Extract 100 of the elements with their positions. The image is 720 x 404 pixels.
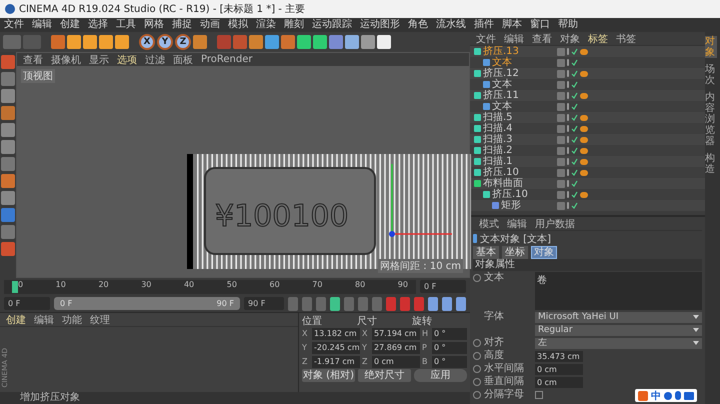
menu-item[interactable]: 流水线 xyxy=(436,19,466,31)
ime-toolbar[interactable]: 中 xyxy=(635,389,697,402)
coordinate-mode-dropdown[interactable]: 对象 (相对) xyxy=(302,369,355,382)
tag-icon[interactable] xyxy=(580,192,588,198)
object-name[interactable]: 矩形 xyxy=(501,200,521,211)
object-name[interactable]: 扫描.5 xyxy=(483,112,513,123)
menu-item[interactable]: 角色 xyxy=(408,19,428,31)
keyframe-toggle[interactable] xyxy=(473,365,481,373)
keyframe-toggle[interactable] xyxy=(473,274,481,282)
object-menu-item[interactable]: 书签 xyxy=(616,32,636,46)
position-field[interactable]: -20.245 cm xyxy=(312,342,360,354)
material-menu-item[interactable]: 纹理 xyxy=(90,312,110,326)
object-menu-item[interactable]: 查看 xyxy=(532,32,552,46)
menu-item[interactable]: 创建 xyxy=(60,19,80,31)
dropdown-field[interactable]: 左 xyxy=(535,338,702,348)
tag-icon[interactable] xyxy=(580,48,588,54)
position-field[interactable]: 13.182 cm xyxy=(312,328,360,340)
attribute-tab[interactable]: 基本 xyxy=(473,246,499,258)
viewport-menu-item[interactable]: 过滤 xyxy=(145,52,165,66)
axis-lock-button[interactable]: Y xyxy=(157,34,173,50)
object-menu-item[interactable]: 对象 xyxy=(560,32,580,46)
menu-item[interactable]: 运动跟踪 xyxy=(312,19,352,31)
menu-item[interactable]: 动画 xyxy=(200,19,220,31)
text-input-field[interactable]: 卷 xyxy=(535,272,702,310)
object-name[interactable]: 挤压.10 xyxy=(483,167,519,178)
keyframe-toggle[interactable] xyxy=(473,391,481,399)
timeline-ruler[interactable]: 0 10 20 30 40 50 60 70 80 90 xyxy=(4,280,416,294)
material-menu-item[interactable]: 编辑 xyxy=(34,312,54,326)
dropdown-field[interactable]: Regular xyxy=(535,324,702,336)
side-tab[interactable]: 内容浏览器 xyxy=(705,92,717,147)
text-object-icon xyxy=(483,59,490,66)
menu-item[interactable]: 工具 xyxy=(116,19,136,31)
object-name[interactable]: 扫描.3 xyxy=(483,134,513,145)
dropdown-field[interactable]: Microsoft YaHei UI xyxy=(535,312,702,322)
menu-item[interactable]: 捕捉 xyxy=(172,19,192,31)
object-name[interactable]: 挤压.10 xyxy=(492,189,528,200)
position-field[interactable]: -1.917 cm xyxy=(312,356,360,368)
field-label: 文本 xyxy=(484,272,505,285)
object-name[interactable]: 布料曲面 xyxy=(483,178,523,189)
keyframe-toggle[interactable] xyxy=(473,378,481,386)
object-name[interactable]: 扫描.1 xyxy=(483,156,513,167)
axis-lock-button[interactable]: Z xyxy=(175,34,191,50)
object-name[interactable]: 挤压.11 xyxy=(483,90,519,101)
menu-item[interactable]: 编辑 xyxy=(32,19,52,31)
object-name[interactable]: 文本 xyxy=(492,79,512,90)
rotation-field[interactable]: 0 ° xyxy=(432,342,467,354)
object-name[interactable]: 扫描.2 xyxy=(483,145,513,156)
number-field[interactable]: 0 cm xyxy=(535,376,583,388)
number-field[interactable]: 35.473 cm xyxy=(535,350,583,362)
viewport-menu-item[interactable]: 查看 xyxy=(23,52,43,66)
side-tab[interactable]: 构造 xyxy=(705,153,717,175)
object-menu-item[interactable]: 标签 xyxy=(588,32,608,46)
side-tab[interactable]: 场次 xyxy=(705,64,717,86)
menu-item[interactable]: 网格 xyxy=(144,19,164,31)
menu-item[interactable]: 帮助 xyxy=(558,19,578,31)
tag-icon[interactable] xyxy=(580,92,588,98)
menu-item[interactable]: 模拟 xyxy=(228,19,248,31)
menu-item[interactable]: 运动图形 xyxy=(360,19,400,31)
object-name[interactable]: 扫描.4 xyxy=(483,123,513,134)
apply-button[interactable]: 应用 xyxy=(414,369,467,382)
object-name[interactable]: 文本 xyxy=(492,101,512,112)
viewport-menu-item[interactable]: 选项 xyxy=(117,52,137,66)
material-menu-item[interactable]: 创建 xyxy=(6,312,26,326)
menu-item[interactable]: 脚本 xyxy=(502,19,522,31)
material-menu-item[interactable]: 功能 xyxy=(62,312,82,326)
object-menu-item[interactable]: 文件 xyxy=(476,32,496,46)
size-field[interactable]: 27.869 cm xyxy=(372,342,420,354)
rotation-field[interactable]: 0 ° xyxy=(432,328,467,340)
start-frame-field[interactable]: 0 F xyxy=(4,297,50,310)
current-frame-field[interactable]: 0 F xyxy=(420,280,466,293)
object-name[interactable]: 挤压.13 xyxy=(483,46,519,57)
keyframe-toggle[interactable] xyxy=(473,352,481,360)
object-name[interactable]: 文本 xyxy=(492,57,512,68)
object-menu-item[interactable]: 编辑 xyxy=(504,32,524,46)
number-field[interactable]: 0 cm xyxy=(535,364,583,374)
size-field[interactable]: 0 cm xyxy=(372,356,420,368)
size-field[interactable]: 57.194 cm xyxy=(372,328,420,340)
tag-icon[interactable] xyxy=(580,70,588,76)
viewport-menu-item[interactable]: 摄像机 xyxy=(51,52,81,66)
menu-item[interactable]: 选择 xyxy=(88,19,108,31)
rotation-field[interactable]: 0 ° xyxy=(432,356,467,368)
menu-item[interactable]: 文件 xyxy=(4,19,24,31)
menu-item[interactable]: 窗口 xyxy=(530,19,550,31)
attribute-menu-item[interactable]: 编辑 xyxy=(507,216,527,230)
attribute-tab[interactable]: 坐标 xyxy=(502,246,528,258)
size-mode-dropdown[interactable]: 绝对尺寸 xyxy=(358,369,411,382)
menu-item[interactable]: 渲染 xyxy=(256,19,276,31)
viewport-menu-item[interactable]: 面板 xyxy=(173,52,193,66)
checkbox[interactable] xyxy=(535,391,543,399)
attribute-menu-item[interactable]: 用户数据 xyxy=(535,216,575,230)
attribute-menu-item[interactable]: 模式 xyxy=(479,216,499,230)
viewport-menu-item[interactable]: ProRender xyxy=(201,54,252,65)
axis-lock-button[interactable]: X xyxy=(139,34,155,50)
end-frame-field[interactable]: 90 F xyxy=(244,297,284,310)
menu-item[interactable]: 雕刻 xyxy=(284,19,304,31)
playhead[interactable] xyxy=(12,280,18,292)
viewport-menu-item[interactable]: 显示 xyxy=(89,52,109,66)
menu-item[interactable]: 插件 xyxy=(474,19,494,31)
object-name[interactable]: 挤压.12 xyxy=(483,68,519,79)
keyframe-toggle[interactable] xyxy=(473,339,481,347)
